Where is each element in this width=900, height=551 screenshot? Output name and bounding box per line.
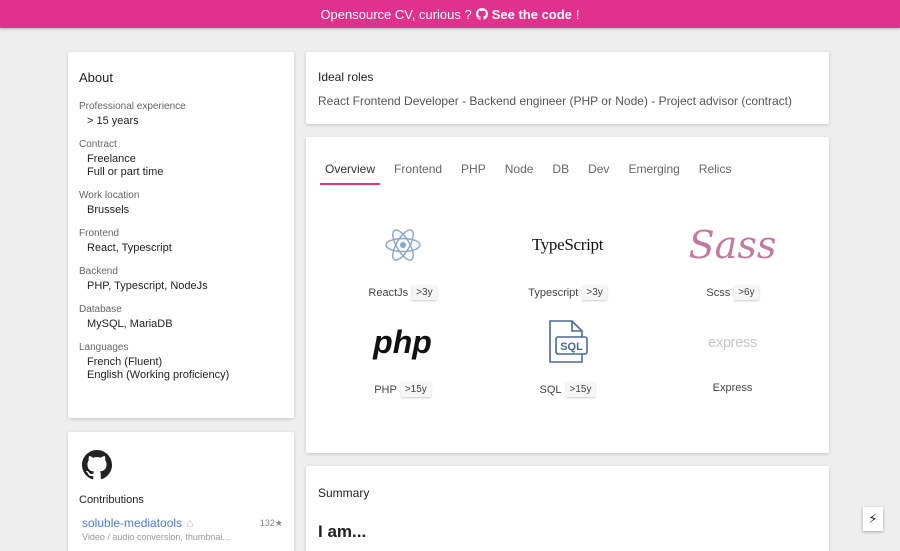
repo-link[interactable]: soluble-mediatools [82,516,182,530]
php-icon: php [373,314,432,370]
php-wordmark: php [373,323,432,360]
tab-dev[interactable]: Dev [583,159,614,185]
skills-tabs: Overview Frontend PHP Node DB Dev Emergi… [320,159,815,185]
skill-name: PHP [374,383,397,396]
skill-years-badge: >3y [412,285,437,300]
github-icon [475,8,488,20]
banner-prefix: Opensource CV, curious ? [320,6,472,22]
tab-frontend[interactable]: Frontend [389,159,447,185]
home-icon[interactable]: ⌂ [186,516,193,530]
about-group-languages: Languages French (Fluent) English (Worki… [79,342,283,382]
ideal-roles-card: Ideal roles React Frontend Developer - B… [306,52,829,124]
about-value: Brussels [87,204,130,216]
roles-text: React Frontend Developer - Backend engin… [318,94,792,108]
star-icon: ★ [274,517,283,528]
skill-meta: SQL >15y [540,382,596,397]
skill-meta: ReactJs >3y [368,285,437,300]
contributions-card: Contributions soluble-mediatools ⌂ 132★ … [68,432,294,551]
skill-item-express: express Express [650,314,815,397]
skill-item-php: php PHP >15y [320,314,485,397]
skill-name: ReactJs [368,286,409,299]
sql-label: SQL [560,341,583,353]
sass-wordmark: Sass [688,223,777,267]
about-value: Full or part time [87,166,164,178]
skill-meta: Typescript >3y [528,285,607,300]
about-label: Frontend [79,228,120,239]
sql-icon: SQL [544,314,592,370]
about-group-backend: Backend PHP, Typescript, NodeJs [79,266,283,293]
github-icon[interactable] [82,450,112,480]
skill-item-typescript: TypeScript Typescript >3y [485,217,650,300]
about-label: Backend [79,266,118,277]
about-value: Freelance [87,153,136,165]
about-value: English (Working proficiency) [87,369,230,381]
skill-meta: Express [713,382,753,394]
summary-card: Summary I am... [306,466,829,551]
about-group-frontend: Frontend React, Typescript [79,228,283,255]
about-group-contract: Contract Freelance Full or part time [79,139,283,179]
about-value: MySQL, MariaDB [87,318,173,330]
skill-item-reactjs: ReactJs >3y [320,217,485,300]
tab-relics[interactable]: Relics [694,159,737,185]
express-icon: express [707,314,758,370]
lightning-icon[interactable]: ⚡ [863,507,883,531]
roles-title: Ideal roles [318,70,374,84]
skill-years-badge: >15y [400,382,431,397]
typescript-icon: TypeScript [531,217,604,273]
tab-node[interactable]: Node [500,159,539,185]
about-label: Work location [79,190,140,201]
repo-description: Video / audio conversion, thumbnai... [82,532,230,542]
skill-meta: Scss >6y [706,285,759,300]
skill-meta: PHP >15y [374,382,431,397]
skill-item-scss: Sass Scss >6y [650,217,815,300]
about-group-location: Work location Brussels [79,190,283,217]
about-group-database: Database MySQL, MariaDB [79,304,283,331]
about-label: Languages [79,342,129,353]
react-icon [383,217,423,273]
about-value: React, Typescript [87,242,172,254]
star-count: 132 [259,517,275,528]
repo-stars: 132★ [260,518,283,529]
skill-name: Typescript [528,286,579,299]
about-value: PHP, Typescript, NodeJs [87,280,208,292]
skill-name: SQL [539,383,562,396]
tab-overview[interactable]: Overview [320,159,381,185]
tab-db[interactable]: DB [547,159,574,185]
tab-php[interactable]: PHP [456,159,491,185]
typescript-wordmark: TypeScript [531,235,604,254]
tab-emerging[interactable]: Emerging [623,159,684,185]
summary-title: Summary [318,486,370,500]
summary-heading: I am... [318,522,367,541]
skills-grid: ReactJs >3y TypeScript Typescript >3y Sa… [320,217,815,397]
about-value: French (Fluent) [87,356,163,368]
about-label: Database [79,304,122,315]
about-card: About Professional experience > 15 years… [68,52,294,418]
contributions-title: Contributions [79,494,144,506]
banner-suffix: ! [575,6,580,22]
express-wordmark: express [707,333,758,351]
skill-name: Scss [706,286,731,299]
skill-item-sql: SQL SQL >15y [485,314,650,397]
about-label: Professional experience [79,101,186,112]
skill-name: Express [712,382,753,394]
repo-item: soluble-mediatools ⌂ 132★ [82,516,283,530]
see-the-code-link[interactable]: See the code [492,7,572,22]
about-title: About [79,70,113,85]
skills-card: Overview Frontend PHP Node DB Dev Emergi… [306,137,829,453]
source-code-banner[interactable]: Opensource CV, curious ? See the code ! [0,0,900,28]
about-group-experience: Professional experience > 15 years [79,101,283,128]
skill-years-badge: >6y [734,285,759,300]
about-label: Contract [79,139,117,150]
skill-years-badge: >15y [565,382,596,397]
sass-icon: Sass [689,217,777,273]
about-value: > 15 years [87,115,139,127]
skill-years-badge: >3y [582,285,607,300]
